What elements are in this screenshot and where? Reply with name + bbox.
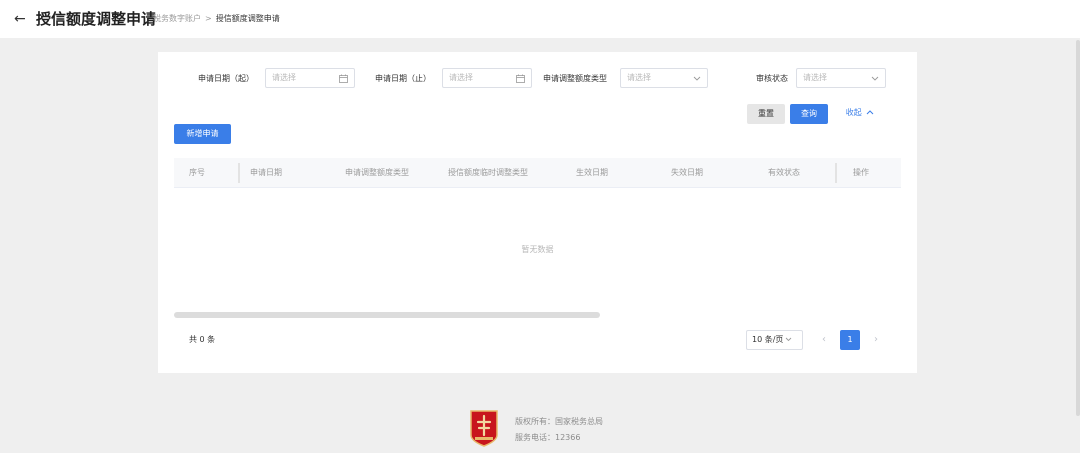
reset-button[interactable]: 重置 — [747, 104, 785, 124]
query-button[interactable]: 查询 — [790, 104, 828, 124]
main-panel: 申请日期（起） 请选择 申请日期（止） 请选择 申请调整额度类型 请选择 审核状… — [158, 52, 917, 373]
chevron-down-icon — [786, 337, 792, 342]
breadcrumb-current: 授信额度调整申请 — [215, 14, 280, 23]
start-date-placeholder: 请选择 — [272, 73, 296, 82]
add-application-button[interactable]: 新增申请 — [174, 124, 231, 144]
top-bar: ← 授信额度调整申请 税务数字账户 > 授信额度调整申请 — [0, 0, 1080, 38]
prev-page-icon[interactable]: ‹ — [814, 330, 834, 350]
end-date-picker[interactable]: 请选择 — [442, 68, 532, 88]
empty-state-text: 暂无数据 — [521, 245, 554, 254]
column-header: 失效日期 — [671, 168, 703, 177]
page-scrollbar[interactable] — [1076, 40, 1080, 416]
end-date-label: 申请日期（止） — [375, 74, 431, 83]
tax-emblem-logo — [470, 410, 498, 447]
page-number-current[interactable]: 1 — [840, 330, 860, 350]
collapse-label: 收起 — [845, 108, 862, 117]
adjust-type-placeholder: 请选择 — [627, 73, 651, 82]
calendar-icon — [516, 74, 525, 83]
column-divider — [835, 163, 837, 183]
column-header: 序号 — [189, 168, 205, 177]
end-date-placeholder: 请选择 — [449, 73, 473, 82]
chevron-down-icon — [693, 76, 701, 81]
audit-status-select[interactable]: 请选择 — [796, 68, 886, 88]
next-page-icon[interactable]: › — [866, 330, 886, 350]
footer-service-phone: 服务电话：12366 — [515, 433, 581, 442]
column-header: 申请调整额度类型 — [345, 168, 409, 177]
page-size-select[interactable]: 10 条/页 — [746, 330, 803, 350]
back-arrow-icon[interactable]: ← — [14, 10, 26, 28]
column-header: 授信额度临时调整类型 — [448, 168, 528, 177]
column-header: 有效状态 — [768, 168, 800, 177]
page-title: 授信额度调整申请 — [36, 10, 157, 28]
breadcrumb-separator: > — [205, 14, 212, 23]
breadcrumb: 税务数字账户 > 授信额度调整申请 — [153, 13, 280, 25]
chevron-down-icon — [871, 76, 879, 81]
start-date-label: 申请日期（起） — [198, 74, 254, 83]
footer-copyright: 版权所有：国家税务总局 — [515, 417, 603, 426]
adjust-type-select[interactable]: 请选择 — [620, 68, 708, 88]
chevron-up-icon — [866, 110, 874, 115]
adjust-type-label: 申请调整额度类型 — [543, 74, 607, 83]
start-date-picker[interactable]: 请选择 — [265, 68, 355, 88]
audit-status-placeholder: 请选择 — [803, 73, 827, 82]
column-header: 生效日期 — [576, 168, 608, 177]
total-count: 共 0 条 — [189, 335, 216, 344]
audit-status-label: 审核状态 — [756, 74, 788, 83]
collapse-button[interactable]: 收起 — [840, 103, 880, 123]
column-header: 申请日期 — [250, 168, 282, 177]
column-header: 操作 — [853, 168, 869, 177]
table-horizontal-scrollbar[interactable] — [174, 312, 600, 318]
breadcrumb-parent[interactable]: 税务数字账户 — [153, 14, 201, 23]
table-header: 序号 申请日期 申请调整额度类型 授信额度临时调整类型 生效日期 失效日期 有效… — [174, 158, 901, 188]
calendar-icon — [339, 74, 348, 83]
column-divider — [238, 163, 240, 183]
page-size-value: 10 条/页 — [752, 335, 784, 344]
